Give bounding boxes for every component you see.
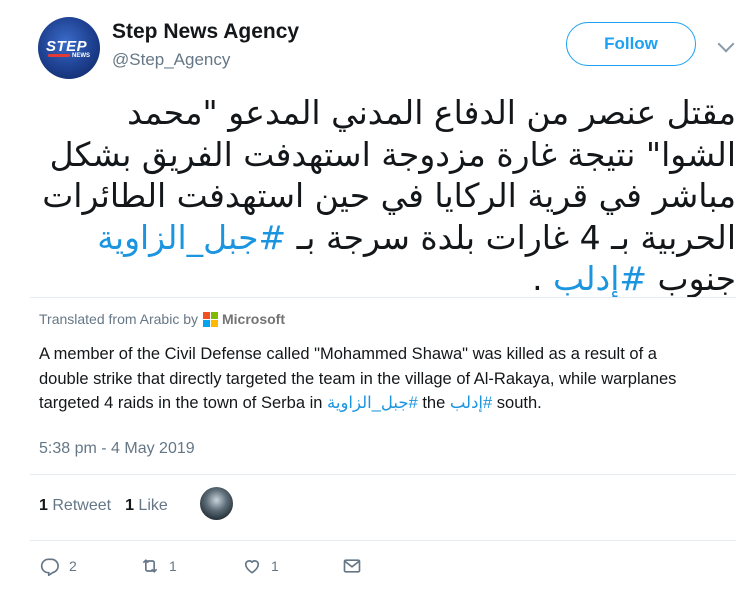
translated-text-segment: south.: [492, 394, 542, 412]
tweet-text-segment: جنوب: [647, 259, 736, 298]
translation-attribution: Translated from Arabic by Microsoft: [39, 311, 285, 327]
author-avatar[interactable]: STEP NEWS: [38, 17, 100, 79]
envelope-icon: [343, 559, 361, 573]
tweet-text: مقتل عنصر من الدفاع المدني المدعو "محمد …: [30, 92, 736, 300]
like-stat-label: Like: [138, 497, 168, 514]
translated-text-segment: the: [417, 394, 450, 412]
reply-button[interactable]: 2: [40, 556, 77, 576]
tweet-text-line: مقتل عنصر من الدفاع المدني المدعو "محمد: [127, 93, 736, 132]
follow-button[interactable]: Follow: [566, 22, 696, 66]
tweet-text-segment: الحربية بـ 4 غارات بلدة سرجة بـ: [286, 217, 736, 257]
retweet-stat-count: 1: [39, 497, 48, 514]
retweet-stat-label: Retweet: [52, 497, 112, 514]
tweet-stats: 1 Retweet 1 Like: [39, 497, 168, 515]
avatar-logo-subtext: NEWS: [72, 53, 90, 59]
like-count: 1: [271, 558, 279, 574]
retweet-button[interactable]: 1: [140, 556, 177, 576]
avatar-logo-swoosh: [48, 54, 70, 57]
hashtag-link[interactable]: #جبل_الزاوية: [97, 218, 286, 257]
author-handle[interactable]: @Step_Agency: [112, 50, 230, 70]
author-display-name[interactable]: Step News Agency: [112, 20, 299, 44]
like-stat-count: 1: [125, 497, 134, 514]
retweet-count: 1: [169, 558, 177, 574]
like-stat[interactable]: 1 Like: [125, 497, 168, 514]
translation-provider: Microsoft: [222, 311, 285, 327]
translated-text: A member of the Civil Defense called "Mo…: [39, 342, 709, 416]
tweet-text-line: الحربية بـ 4 غارات بلدة سرجة بـ #جبل_الز…: [30, 217, 736, 259]
tweet-timestamp[interactable]: 5:38 pm - 4 May 2019: [39, 440, 195, 458]
hashtag-link[interactable]: #إدلب: [553, 259, 647, 298]
translation-label: Translated from Arabic by: [39, 311, 198, 327]
tweet-text-line: الشوا" نتيجة غارة مزدوجة استهدفت الفريق …: [49, 134, 736, 174]
reply-icon: [40, 558, 59, 576]
more-options-chevron-icon[interactable]: [717, 35, 735, 53]
tweet-text-segment: .: [532, 259, 554, 298]
tweet-text-line: جنوب #إدلب .: [30, 258, 736, 300]
hashtag-link[interactable]: #جبل_الزاوية: [327, 394, 418, 412]
retweet-icon: [142, 559, 158, 573]
tweet-text-line: مباشر في قرية الركايا في حين استهدفت الط…: [42, 176, 736, 215]
microsoft-logo-icon: [203, 311, 218, 327]
retweet-stat[interactable]: 1 Retweet: [39, 497, 111, 514]
tweet-card: STEP NEWS Step News Agency @Step_Agency …: [0, 0, 756, 597]
hashtag-link[interactable]: #إدلب: [450, 394, 492, 412]
like-button[interactable]: 1: [242, 556, 279, 576]
divider: [30, 474, 736, 475]
divider: [30, 540, 736, 541]
heart-icon: [244, 560, 260, 574]
divider: [30, 297, 736, 298]
direct-message-button[interactable]: [342, 556, 371, 576]
reply-count: 2: [69, 558, 77, 574]
liker-avatar[interactable]: [200, 487, 233, 520]
